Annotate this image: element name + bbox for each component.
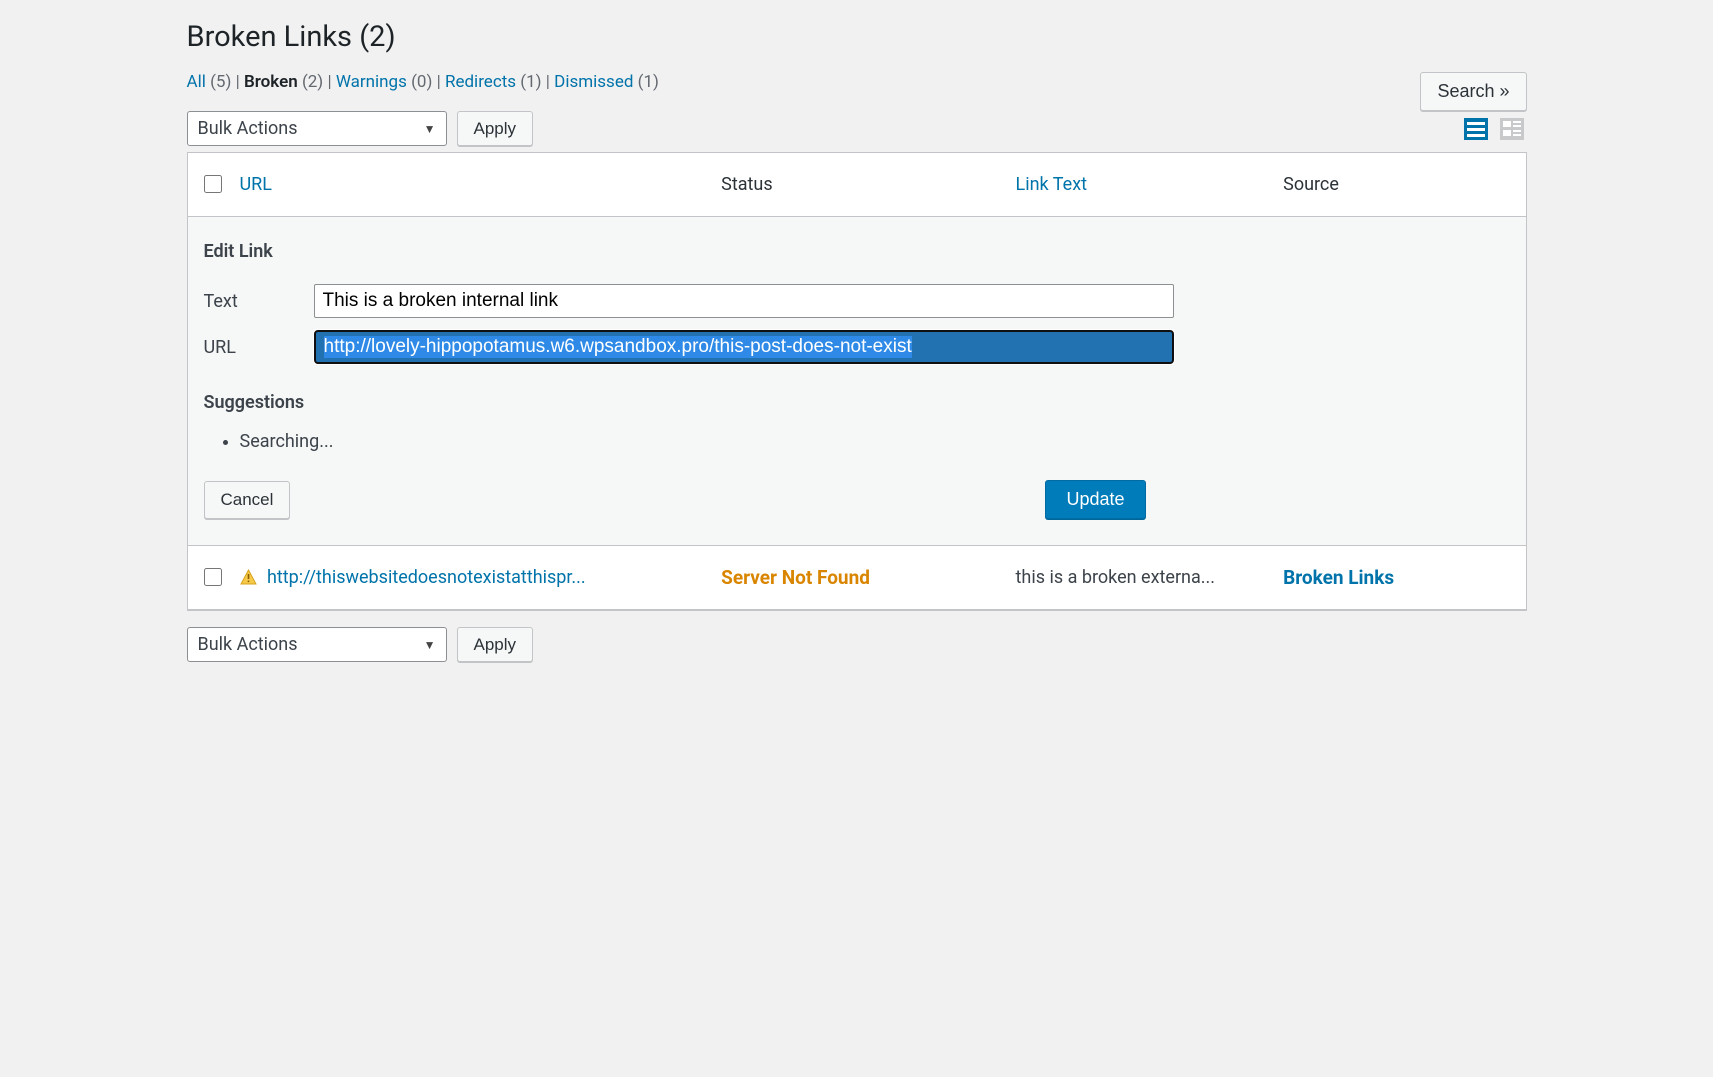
filter-all[interactable]: All	[187, 72, 206, 92]
row-link-text: this is a broken externa...	[1004, 546, 1272, 610]
bulk-actions-selected: Bulk Actions	[198, 118, 298, 139]
view-switch	[1461, 115, 1527, 143]
row-url: http://thiswebsitedoesnotexistatthispr..…	[228, 546, 710, 610]
row-url-link[interactable]: http://thiswebsitedoesnotexistatthispr..…	[267, 567, 586, 588]
warning-icon	[240, 569, 257, 585]
search-button[interactable]: Search »	[1420, 72, 1526, 111]
edit-link-panel: Edit Link Text URL Suggestions Searching…	[188, 217, 1526, 546]
row-source-link[interactable]: Broken Links	[1283, 566, 1394, 589]
filter-warnings-count: (0)	[411, 72, 432, 92]
suggestions-heading: Suggestions	[204, 392, 1510, 413]
filter-subsubsub: All (5) | Broken (2) | Warnings (0) | Re…	[187, 72, 659, 92]
page-title: Broken Links (2)	[187, 20, 1527, 54]
column-link-text[interactable]: Link Text	[1004, 153, 1272, 217]
filter-dismissed-count: (1)	[638, 72, 659, 92]
filter-redirects[interactable]: Redirects	[445, 72, 516, 92]
edit-link-text-input[interactable]	[314, 284, 1174, 318]
page-title-text: Broken Links	[187, 20, 353, 54]
suggestions-list: Searching...	[204, 431, 1510, 452]
filter-dismissed[interactable]: Dismissed	[554, 72, 633, 92]
links-table: URL Status Link Text Source Edit Link Te…	[187, 152, 1527, 611]
view-list-icon[interactable]	[1461, 115, 1491, 143]
table-head: URL Status Link Text Source	[188, 153, 1526, 217]
bulk-actions-apply[interactable]: Apply	[457, 111, 534, 146]
table-row: http://thiswebsitedoesnotexistatthispr..…	[188, 546, 1526, 610]
bulk-actions-selected-bottom: Bulk Actions	[198, 634, 298, 655]
filter-broken-count: (2)	[302, 72, 323, 92]
bulk-actions-select[interactable]: Bulk Actions	[187, 111, 447, 146]
row-checkbox[interactable]	[204, 568, 222, 586]
filter-broken[interactable]: Broken	[244, 72, 298, 92]
filter-warnings[interactable]: Warnings	[336, 72, 407, 92]
row-source: Broken Links	[1271, 546, 1525, 610]
suggestions-searching: Searching...	[240, 431, 1510, 452]
column-url[interactable]: URL	[228, 153, 710, 217]
select-all-checkbox[interactable]	[204, 175, 222, 193]
column-source: Source	[1271, 153, 1525, 217]
bulk-actions-apply-bottom[interactable]: Apply	[457, 627, 534, 662]
filter-all-count: (5)	[210, 72, 231, 92]
update-button[interactable]: Update	[1045, 480, 1145, 519]
column-status: Status	[709, 153, 1003, 217]
filter-redirects-count: (1)	[520, 72, 541, 92]
select-all-header	[188, 153, 228, 217]
edit-link-heading: Edit Link	[204, 241, 1510, 262]
bulk-actions-select-bottom[interactable]: Bulk Actions	[187, 627, 447, 662]
row-status: Server Not Found	[709, 546, 1003, 610]
view-excerpt-icon[interactable]	[1497, 115, 1527, 143]
edit-link-text-label: Text	[204, 291, 304, 312]
cancel-button[interactable]: Cancel	[204, 481, 291, 519]
page-title-count: (2)	[359, 20, 395, 54]
edit-link-url-label: URL	[204, 337, 304, 358]
edit-link-url-input[interactable]	[314, 330, 1174, 364]
